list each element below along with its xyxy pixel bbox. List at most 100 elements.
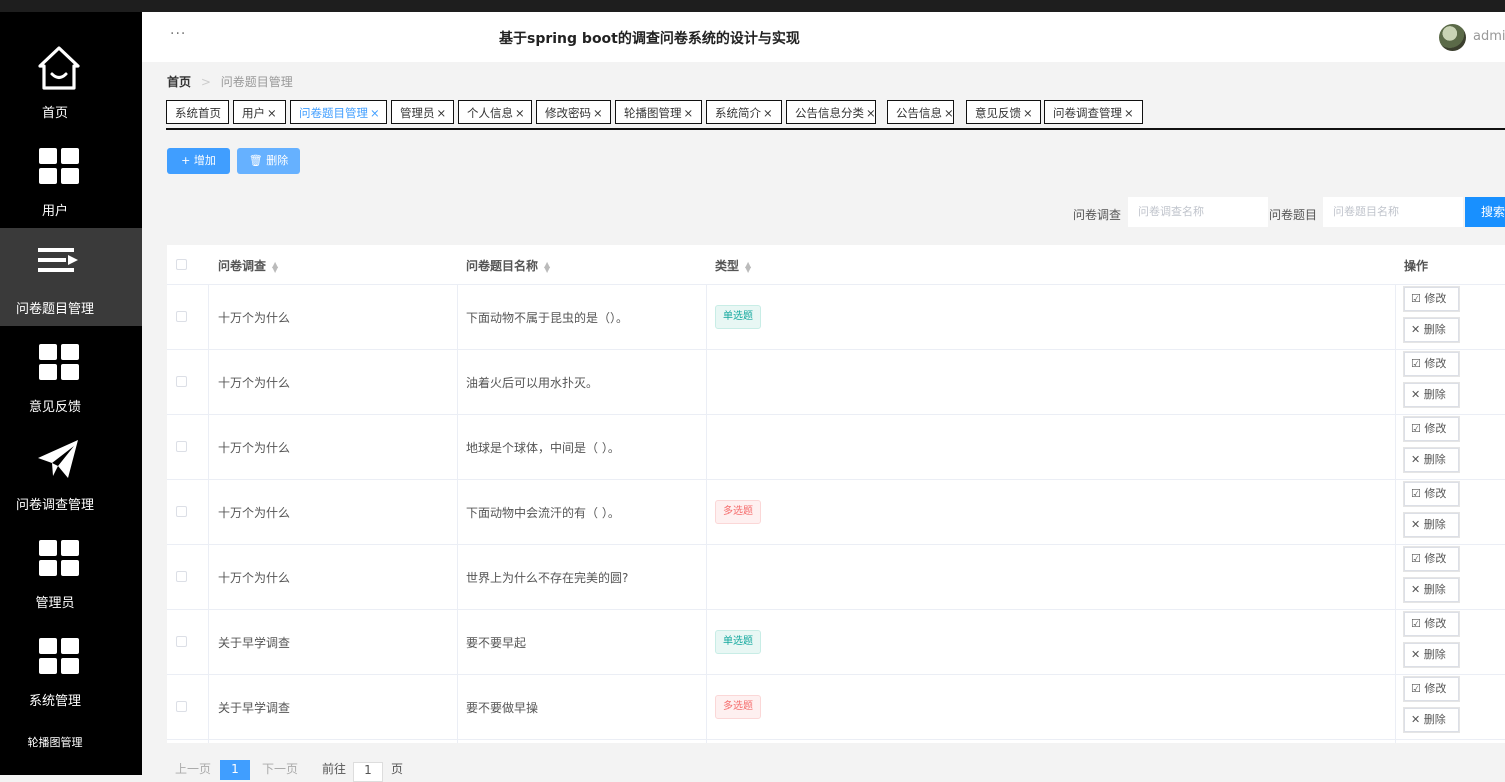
tab-users[interactable]: 用户 × xyxy=(233,100,286,124)
grid-icon xyxy=(36,534,79,580)
close-icon[interactable]: × xyxy=(944,106,954,120)
close-icon[interactable]: × xyxy=(437,106,447,120)
edit-button[interactable]: ☑ 修改 xyxy=(1404,352,1459,376)
column-header-survey[interactable]: 问卷调查 ▲ ▼ xyxy=(218,257,278,274)
close-icon[interactable]: × xyxy=(593,106,603,120)
survey-cell: 十万个为什么 xyxy=(218,441,291,455)
select-all-checkbox[interactable] xyxy=(176,259,187,270)
edit-button[interactable]: ☑ 修改 xyxy=(1404,417,1459,441)
edit-button[interactable]: ☑ 修改 xyxy=(1404,677,1459,701)
paper-plane-icon xyxy=(36,436,78,482)
survey-cell: 十万个为什么 xyxy=(218,506,291,520)
sidebar-item-admins[interactable]: 管理员 xyxy=(0,522,142,620)
menu-lines-icon xyxy=(36,240,78,286)
sidebar-item-label: 问卷题目管理 xyxy=(15,302,94,317)
tab-bar: 系统首页 用户 × 问卷题目管理 × 管理员 × 个人信息 × 修改密码 × 轮播图管理 ×… xyxy=(166,100,1505,130)
delete-button[interactable]: ✕ 删除 xyxy=(1404,643,1459,667)
tab-admins[interactable]: 管理员 × xyxy=(391,100,454,124)
close-icon[interactable]: × xyxy=(1023,106,1033,120)
sidebar-item-system[interactable]: 系统管理 xyxy=(0,620,142,718)
row-checkbox[interactable] xyxy=(176,311,187,322)
row-checkbox[interactable] xyxy=(176,701,187,712)
close-icon[interactable]: × xyxy=(684,106,694,120)
tab-survey-management[interactable]: 问卷调查管理 × xyxy=(1044,100,1143,124)
breadcrumb: 首页 > 问卷题目管理 xyxy=(167,73,293,90)
batch-delete-button[interactable]: 🗑 删除 xyxy=(237,148,300,174)
goto-suffix: 页 xyxy=(391,762,404,776)
edit-button[interactable]: ☑ 修改 xyxy=(1404,287,1459,311)
prev-page-button[interactable]: 上一页 xyxy=(175,760,211,777)
delete-button[interactable]: ✕ 删除 xyxy=(1404,318,1459,342)
add-button[interactable]: + 增加 xyxy=(167,148,230,174)
sidebar-item-label: 问卷调查管理 xyxy=(15,498,94,513)
breadcrumb-home[interactable]: 首页 xyxy=(167,75,191,89)
close-icon[interactable]: × xyxy=(267,106,277,120)
sidebar-item-survey-management[interactable]: 问卷调查管理 xyxy=(0,424,142,522)
next-page-button[interactable]: 下一页 xyxy=(262,760,298,777)
close-icon[interactable]: × xyxy=(866,106,876,120)
table-row: 关于早学调查 要不要做早操 多选题 ☑ 修改 ✕ 删除 xyxy=(167,675,1505,740)
close-icon[interactable]: × xyxy=(370,106,380,120)
type-tag-multi: 多选题 xyxy=(715,500,761,524)
row-checkbox[interactable] xyxy=(176,636,187,647)
tab-notices[interactable]: 公告信息 × xyxy=(887,100,954,124)
sort-icon[interactable]: ▲ ▼ xyxy=(745,260,751,273)
edit-button[interactable]: ☑ 修改 xyxy=(1404,482,1459,506)
tab-profile[interactable]: 个人信息 × xyxy=(458,100,532,124)
delete-button[interactable]: ✕ 删除 xyxy=(1404,383,1459,407)
tab-question-management[interactable]: 问卷题目管理 × xyxy=(290,100,387,124)
close-icon[interactable]: × xyxy=(515,106,525,120)
more-menu-icon[interactable]: ··· xyxy=(170,26,186,42)
delete-button[interactable]: ✕ 删除 xyxy=(1404,578,1459,602)
tab-feedback[interactable]: 意见反馈 × xyxy=(966,100,1041,124)
survey-search-label: 问卷调查 xyxy=(1073,208,1122,222)
sidebar-item-label: 首页 xyxy=(41,106,68,121)
survey-cell: 关于早学调查 xyxy=(218,701,291,715)
question-cell: 油着火后可以用水扑灭。 xyxy=(466,376,599,390)
avatar[interactable] xyxy=(1439,24,1466,51)
search-button[interactable]: 搜索 xyxy=(1465,197,1505,227)
table-row: 十万个为什么 地球是个球体，中间是（ ）。 ☑ 修改 ✕ 删除 xyxy=(167,415,1505,480)
goto-page-input[interactable]: 1 xyxy=(353,762,383,782)
tab-home[interactable]: 系统首页 xyxy=(166,100,229,124)
survey-search-input[interactable] xyxy=(1128,197,1268,227)
close-icon[interactable]: × xyxy=(1124,106,1134,120)
sort-icon[interactable]: ▲ ▼ xyxy=(272,260,278,273)
row-checkbox[interactable] xyxy=(176,376,187,387)
breadcrumb-current: 问卷题目管理 xyxy=(220,75,293,89)
type-tag-single: 单选题 xyxy=(715,630,761,654)
row-checkbox[interactable] xyxy=(176,571,187,582)
tab-notice-category[interactable]: 公告信息分类 × xyxy=(786,100,876,124)
username[interactable]: admin xyxy=(1473,29,1505,44)
question-search-input[interactable] xyxy=(1323,197,1463,227)
window-top-strip xyxy=(0,0,1505,12)
grid-icon xyxy=(36,338,79,384)
page-number-current[interactable]: 1 xyxy=(220,760,250,780)
row-checkbox[interactable] xyxy=(176,506,187,517)
column-header-actions: 操作 xyxy=(1404,259,1429,273)
top-header: ··· 基于spring boot的调查问卷系统的设计与实现 admin xyxy=(142,12,1505,62)
close-icon[interactable]: × xyxy=(763,106,773,120)
row-checkbox[interactable] xyxy=(176,441,187,452)
table-row: 十万个为什么 油着火后可以用水扑灭。 ☑ 修改 ✕ 删除 xyxy=(167,350,1505,415)
table-row: 十万个为什么 下面动物中会流汗的有（ ）。 多选题 ☑ 修改 ✕ 删除 xyxy=(167,480,1505,545)
sidebar-subitem-carousel[interactable]: 轮播图管理 xyxy=(0,734,110,750)
delete-button[interactable]: ✕ 删除 xyxy=(1404,513,1459,537)
delete-button[interactable]: ✕ 删除 xyxy=(1404,448,1459,472)
sidebar-item-users[interactable]: 用户 xyxy=(0,130,142,228)
sidebar-item-feedback[interactable]: 意见反馈 xyxy=(0,326,142,424)
tab-change-password[interactable]: 修改密码 × xyxy=(536,100,611,124)
goto-label: 前往 xyxy=(322,762,347,776)
delete-button[interactable]: ✕ 删除 xyxy=(1404,708,1459,732)
sidebar: 首页 用户 问卷题目管理 意见反馈 问卷调查管理 管理员 系统管理 轮播图管理 xyxy=(0,12,142,775)
tab-carousel[interactable]: 轮播图管理 × xyxy=(615,100,702,124)
column-header-type[interactable]: 类型 ▲ ▼ xyxy=(715,257,751,274)
sidebar-item-home[interactable]: 首页 xyxy=(0,32,142,130)
edit-button[interactable]: ☑ 修改 xyxy=(1404,612,1459,636)
column-header-question[interactable]: 问卷题目名称 ▲ ▼ xyxy=(466,257,550,274)
tab-system-intro[interactable]: 系统简介 × xyxy=(706,100,782,124)
edit-button[interactable]: ☑ 修改 xyxy=(1404,547,1459,571)
sort-icon[interactable]: ▲ ▼ xyxy=(544,260,550,273)
table-row: 十万个为什么 世界上为什么不存在完美的圆? ☑ 修改 ✕ 删除 xyxy=(167,545,1505,610)
sidebar-item-question-management[interactable]: 问卷题目管理 xyxy=(0,228,142,326)
